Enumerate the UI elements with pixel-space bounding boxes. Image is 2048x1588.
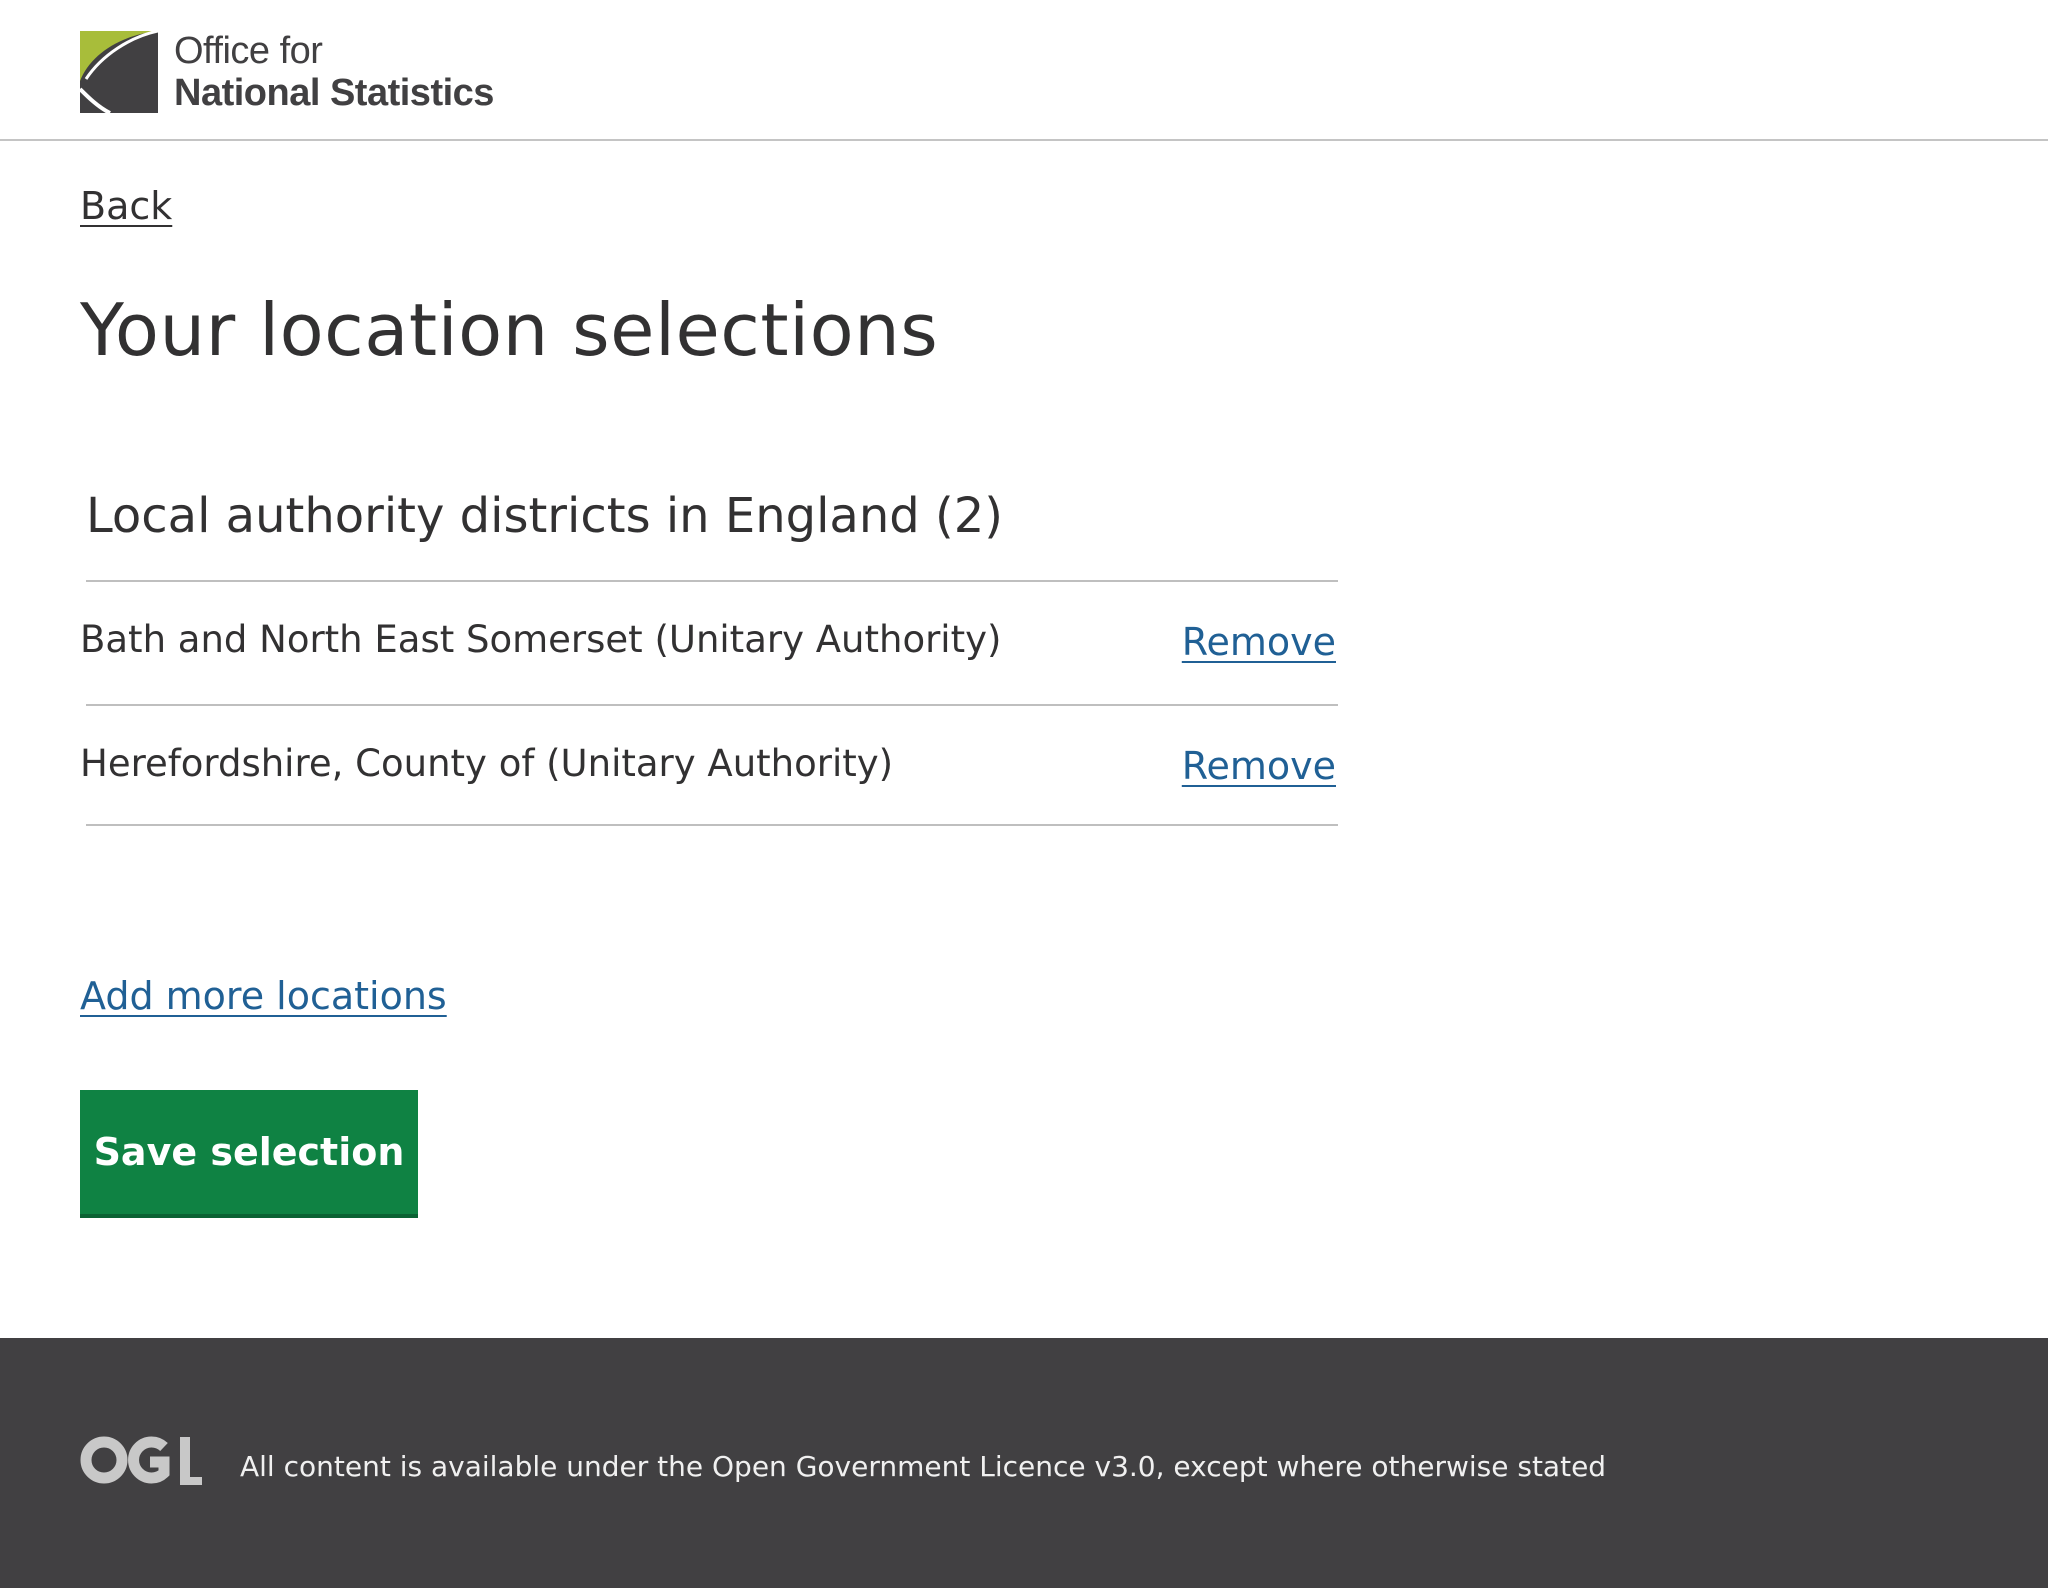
site-footer: All content is available under the Open … <box>0 1338 2048 1588</box>
ons-logo[interactable]: Office for National Statistics <box>80 30 494 114</box>
save-selection-button[interactable]: Save selection <box>80 1090 418 1218</box>
ogl-logo-icon <box>80 1436 202 1485</box>
back-link[interactable]: Back <box>80 184 172 228</box>
add-more-locations-link[interactable]: Add more locations <box>80 974 447 1018</box>
ons-logo-icon <box>80 31 158 113</box>
ons-logo-text: Office for National Statistics <box>174 30 494 114</box>
selection-row: Bath and North East Somerset (Unitary Au… <box>80 582 1338 706</box>
logo-line-office-for: Office for <box>174 30 323 72</box>
remove-link[interactable]: Remove <box>1182 744 1336 788</box>
group-title: Local authority districts in England (2) <box>86 488 1003 544</box>
licence-text: All content is available under the Open … <box>240 1450 1607 1483</box>
page-title: Your location selections <box>80 288 939 372</box>
site-header: Office for National Statistics <box>0 0 2048 141</box>
selection-row: Herefordshire, County of (Unitary Author… <box>80 706 1338 826</box>
selection-list: Bath and North East Somerset (Unitary Au… <box>80 580 1338 826</box>
remove-link[interactable]: Remove <box>1182 620 1336 664</box>
selection-name: Herefordshire, County of (Unitary Author… <box>80 742 894 785</box>
logo-line-national-statistics: National Statistics <box>174 72 494 114</box>
selection-name: Bath and North East Somerset (Unitary Au… <box>80 618 1002 661</box>
